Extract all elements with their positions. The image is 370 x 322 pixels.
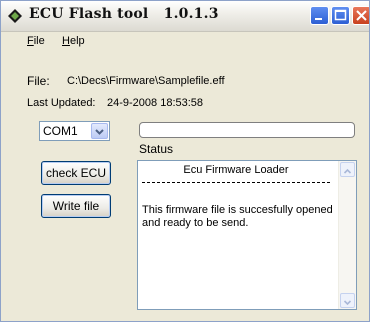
scroll-up-button[interactable] — [340, 162, 355, 177]
progress-bar — [139, 122, 355, 138]
menu-help-mnemonic: H — [62, 35, 70, 47]
menu-file[interactable]: File — [27, 35, 45, 47]
com-port-value: COM1 — [43, 124, 78, 138]
menu-file-label: ile — [33, 35, 45, 47]
separator — [142, 182, 330, 183]
minimize-icon — [315, 18, 322, 20]
last-updated-value: 24-9-2008 18:53:58 — [107, 97, 204, 109]
title-bar[interactable]: ECU Flash tool 1.0.1.3 — [1, 1, 369, 32]
file-path: C:\Decs\Firmware\Samplefile.eff — [67, 75, 225, 87]
last-updated-label: Last Updated: — [27, 97, 96, 109]
window-title: ECU Flash tool 1.0.1.3 — [29, 6, 219, 22]
close-button[interactable] — [352, 6, 369, 25]
chevron-down-icon — [95, 129, 104, 135]
chevron-up-icon — [343, 168, 352, 174]
menu-help-label: elp — [69, 35, 85, 47]
main-window: ECU Flash tool 1.0.1.3 File Help File: C… — [0, 0, 370, 322]
ecu-chip-icon — [8, 9, 22, 23]
maximize-icon — [334, 9, 347, 21]
minimize-button[interactable] — [310, 6, 329, 25]
close-icon — [356, 10, 367, 21]
write-file-button[interactable]: Write file — [41, 194, 111, 218]
maximize-button[interactable] — [331, 6, 350, 25]
status-label: Status — [139, 142, 174, 156]
menu-help[interactable]: Help — [62, 35, 85, 47]
dropdown-button[interactable] — [91, 123, 108, 139]
com-port-select[interactable]: COM1 — [39, 121, 110, 141]
menu-bar: File Help — [1, 32, 369, 52]
status-header: Ecu Firmware Loader — [183, 164, 289, 176]
file-label: File: — [27, 74, 50, 88]
vertical-scrollbar[interactable] — [338, 161, 356, 309]
menu-file-mnemonic: F — [27, 35, 34, 47]
scroll-down-button[interactable] — [340, 293, 355, 308]
status-textbox[interactable]: Ecu Firmware Loader This firmware file i… — [137, 160, 357, 310]
chevron-down-icon — [343, 300, 352, 306]
status-message: This firmware file is succesfully opened… — [142, 204, 333, 229]
check-ecu-button[interactable]: check ECU — [41, 161, 111, 185]
